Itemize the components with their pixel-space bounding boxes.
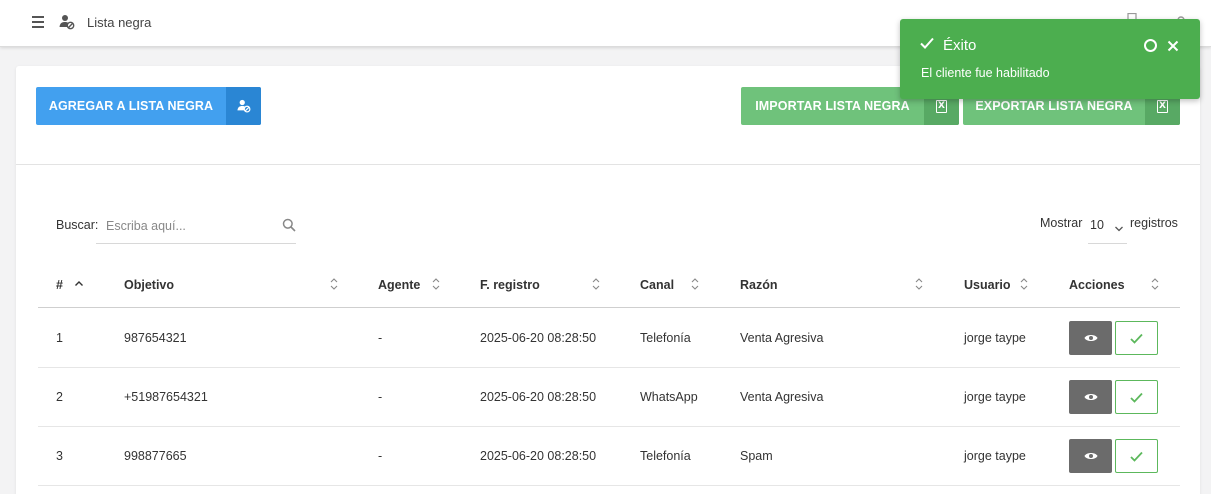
import-blacklist-label: IMPORTAR LISTA NEGRA [755,99,910,113]
check-icon [920,36,934,49]
length-suffix: registros [1130,216,1178,230]
header-divider [38,307,1180,308]
sort-icon[interactable] [1150,277,1160,291]
toast-message: El cliente fue habilitado [921,66,1050,80]
cell-canal: WhatsApp [640,390,698,404]
cell-razon: Spam [740,449,773,463]
sort-asc-icon[interactable] [74,277,84,291]
sort-icon[interactable] [1019,277,1029,291]
cell-usuario: jorge taype [964,390,1026,404]
search-field [96,208,296,244]
user-block-icon [226,87,261,125]
view-button[interactable] [1069,439,1112,473]
check-icon [1130,451,1143,462]
blacklist-card: AGREGAR A LISTA NEGRA IMPORTAR LISTA NEG… [16,66,1200,494]
check-icon [1130,392,1143,403]
col-agente[interactable]: Agente [378,278,420,292]
cell-fecha: 2025-06-20 08:28:50 [480,449,597,463]
cell-canal: Telefonía [640,449,691,463]
cell-fecha: 2025-06-20 08:28:50 [480,331,597,345]
cell-agente: - [378,449,383,463]
cell-number: 3 [56,449,63,463]
col-objetivo[interactable]: Objetivo [124,278,174,292]
success-toast: Éxito El cliente fue habilitado [900,19,1200,99]
cell-number: 2 [56,390,63,404]
user-block-icon [59,14,75,30]
pause-icon[interactable] [1144,39,1157,52]
view-button[interactable] [1069,380,1112,414]
enable-button[interactable] [1115,380,1158,414]
col-acciones[interactable]: Acciones [1069,278,1125,292]
cell-agente: - [378,390,383,404]
search-input[interactable] [106,216,276,236]
chevron-down-icon [1115,220,1123,232]
sort-icon[interactable] [431,277,441,291]
view-button[interactable] [1069,321,1112,355]
row-divider [38,426,1180,427]
eye-icon [1084,394,1097,400]
add-to-blacklist-button[interactable]: AGREGAR A LISTA NEGRA [36,87,261,125]
cell-objetivo: +51987654321 [124,390,208,404]
col-fecha-registro[interactable]: F. registro [480,278,540,292]
cell-number: 1 [56,331,63,345]
enable-button[interactable] [1115,439,1158,473]
sort-icon[interactable] [591,277,601,291]
toast-title: Éxito [943,37,977,54]
cell-objetivo: 987654321 [124,331,187,345]
cell-razon: Venta Agresiva [740,390,824,404]
sort-icon[interactable] [690,277,700,291]
search-icon[interactable] [282,218,296,232]
cell-canal: Telefonía [640,331,691,345]
row-divider [38,485,1180,486]
enable-button[interactable] [1115,321,1158,355]
cell-usuario: jorge taype [964,331,1026,345]
close-icon[interactable] [1167,39,1179,52]
page-length-value: 10 [1090,218,1104,232]
eye-icon [1084,335,1097,341]
cell-usuario: jorge taype [964,449,1026,463]
page-title: Lista negra [87,15,152,30]
col-number[interactable]: # [56,278,63,292]
eye-icon [1084,453,1097,459]
check-icon [1130,333,1143,344]
add-to-blacklist-label: AGREGAR A LISTA NEGRA [48,99,214,113]
page-length-select[interactable]: 10 [1088,210,1127,244]
col-usuario[interactable]: Usuario [964,278,1011,292]
row-divider [38,367,1180,368]
sort-icon[interactable] [914,277,924,291]
cell-razon: Venta Agresiva [740,331,824,345]
length-prefix: Mostrar [1040,216,1083,230]
col-canal[interactable]: Canal [640,278,674,292]
hamburger-icon[interactable] [30,14,46,30]
sort-icon[interactable] [329,277,339,291]
cell-objetivo: 998877665 [124,449,187,463]
cell-fecha: 2025-06-20 08:28:50 [480,390,597,404]
cell-agente: - [378,331,383,345]
col-razon[interactable]: Razón [740,278,778,292]
search-label: Buscar: [56,218,99,232]
